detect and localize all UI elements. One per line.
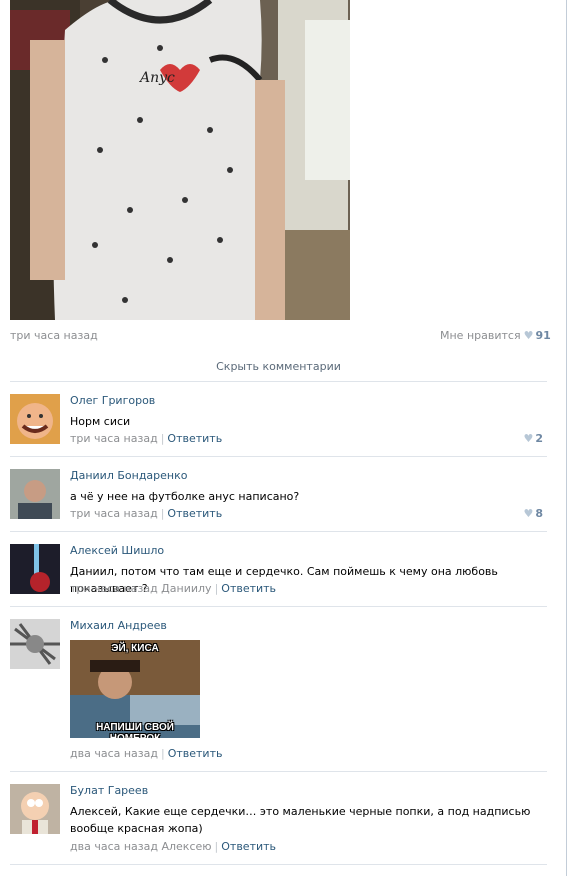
comment-meta: три часа назад | Ответить bbox=[70, 507, 223, 520]
separator bbox=[10, 531, 547, 532]
comment-author[interactable]: Олег Григоров bbox=[70, 394, 155, 407]
comment-author[interactable]: Булат Гареев bbox=[70, 784, 148, 797]
page-right-border bbox=[566, 0, 567, 876]
comment-timestamp: два часа назад bbox=[70, 747, 158, 760]
post-photo[interactable]: Anyc bbox=[10, 0, 350, 320]
comment-attachment-image[interactable]: ЭЙ, КИСА НАПИШИ СВОЙ НОМЕРОК bbox=[70, 640, 200, 738]
shirt-print-text: Anyc bbox=[138, 70, 175, 86]
like-label: Мне нравится bbox=[440, 329, 521, 342]
reply-button[interactable]: Ответить bbox=[168, 747, 223, 760]
post-like-button[interactable]: Мне нравится ♥ 91 bbox=[440, 329, 551, 342]
separator bbox=[10, 864, 547, 865]
separator bbox=[10, 771, 547, 772]
separator bbox=[10, 606, 547, 607]
comment-text: Норм сиси bbox=[70, 415, 131, 428]
dark-avatar[interactable] bbox=[10, 544, 60, 594]
post-like-count: 91 bbox=[535, 329, 551, 342]
reply-button[interactable]: Ответить bbox=[221, 582, 276, 595]
comment-meta: три часа назад | Ответить bbox=[70, 432, 223, 445]
comment-like-button[interactable]: ♥ 8 bbox=[523, 507, 543, 520]
cartoon-avatar[interactable] bbox=[10, 784, 60, 834]
tiger-avatar[interactable] bbox=[10, 619, 60, 669]
comment-timestamp: три часа назад Даниилу bbox=[70, 582, 212, 595]
reply-button[interactable]: Ответить bbox=[167, 507, 222, 520]
comment-timestamp: два часа назад Алексею bbox=[70, 840, 212, 853]
comment-timestamp: три часа назад bbox=[70, 432, 158, 445]
separator bbox=[10, 381, 547, 382]
comment-author[interactable]: Алексей Шишло bbox=[70, 544, 164, 557]
comment-meta: два часа назад Алексею | Ответить bbox=[70, 840, 277, 853]
selfie-avatar[interactable] bbox=[10, 469, 60, 519]
comment-timestamp: три часа назад bbox=[70, 507, 158, 520]
comment-meta: три часа назад Даниилу | Ответить bbox=[70, 582, 277, 595]
comment-author[interactable]: Михаил Андреев bbox=[70, 619, 167, 632]
heart-icon: ♥ bbox=[523, 507, 534, 520]
reply-button[interactable]: Ответить bbox=[221, 840, 276, 853]
meme-bottom-caption: НАПИШИ СВОЙ НОМЕРОК bbox=[96, 722, 174, 738]
heart-icon: ♥ bbox=[523, 329, 534, 342]
comment-author[interactable]: Даниил Бондаренко bbox=[70, 469, 187, 482]
reply-button[interactable]: Ответить bbox=[167, 432, 222, 445]
comment-like-count: 2 bbox=[535, 432, 543, 445]
smiling-man-avatar[interactable] bbox=[10, 394, 60, 444]
comment-text: а чё у нее на футболке анус написано? bbox=[70, 490, 300, 503]
meme-top-caption: ЭЙ, КИСА bbox=[111, 643, 159, 654]
comment-like-button[interactable]: ♥ 2 bbox=[523, 432, 543, 445]
comment-text: Алексей, Какие еще сердечки… это маленьк… bbox=[70, 805, 531, 835]
hide-comments-link[interactable]: Скрыть комментарии bbox=[10, 360, 547, 373]
separator bbox=[10, 456, 547, 457]
heart-icon: ♥ bbox=[523, 432, 534, 445]
post-timestamp: три часа назад bbox=[10, 329, 98, 342]
comment-meta: два часа назад | Ответить bbox=[70, 747, 223, 760]
comment-like-count: 8 bbox=[535, 507, 543, 520]
